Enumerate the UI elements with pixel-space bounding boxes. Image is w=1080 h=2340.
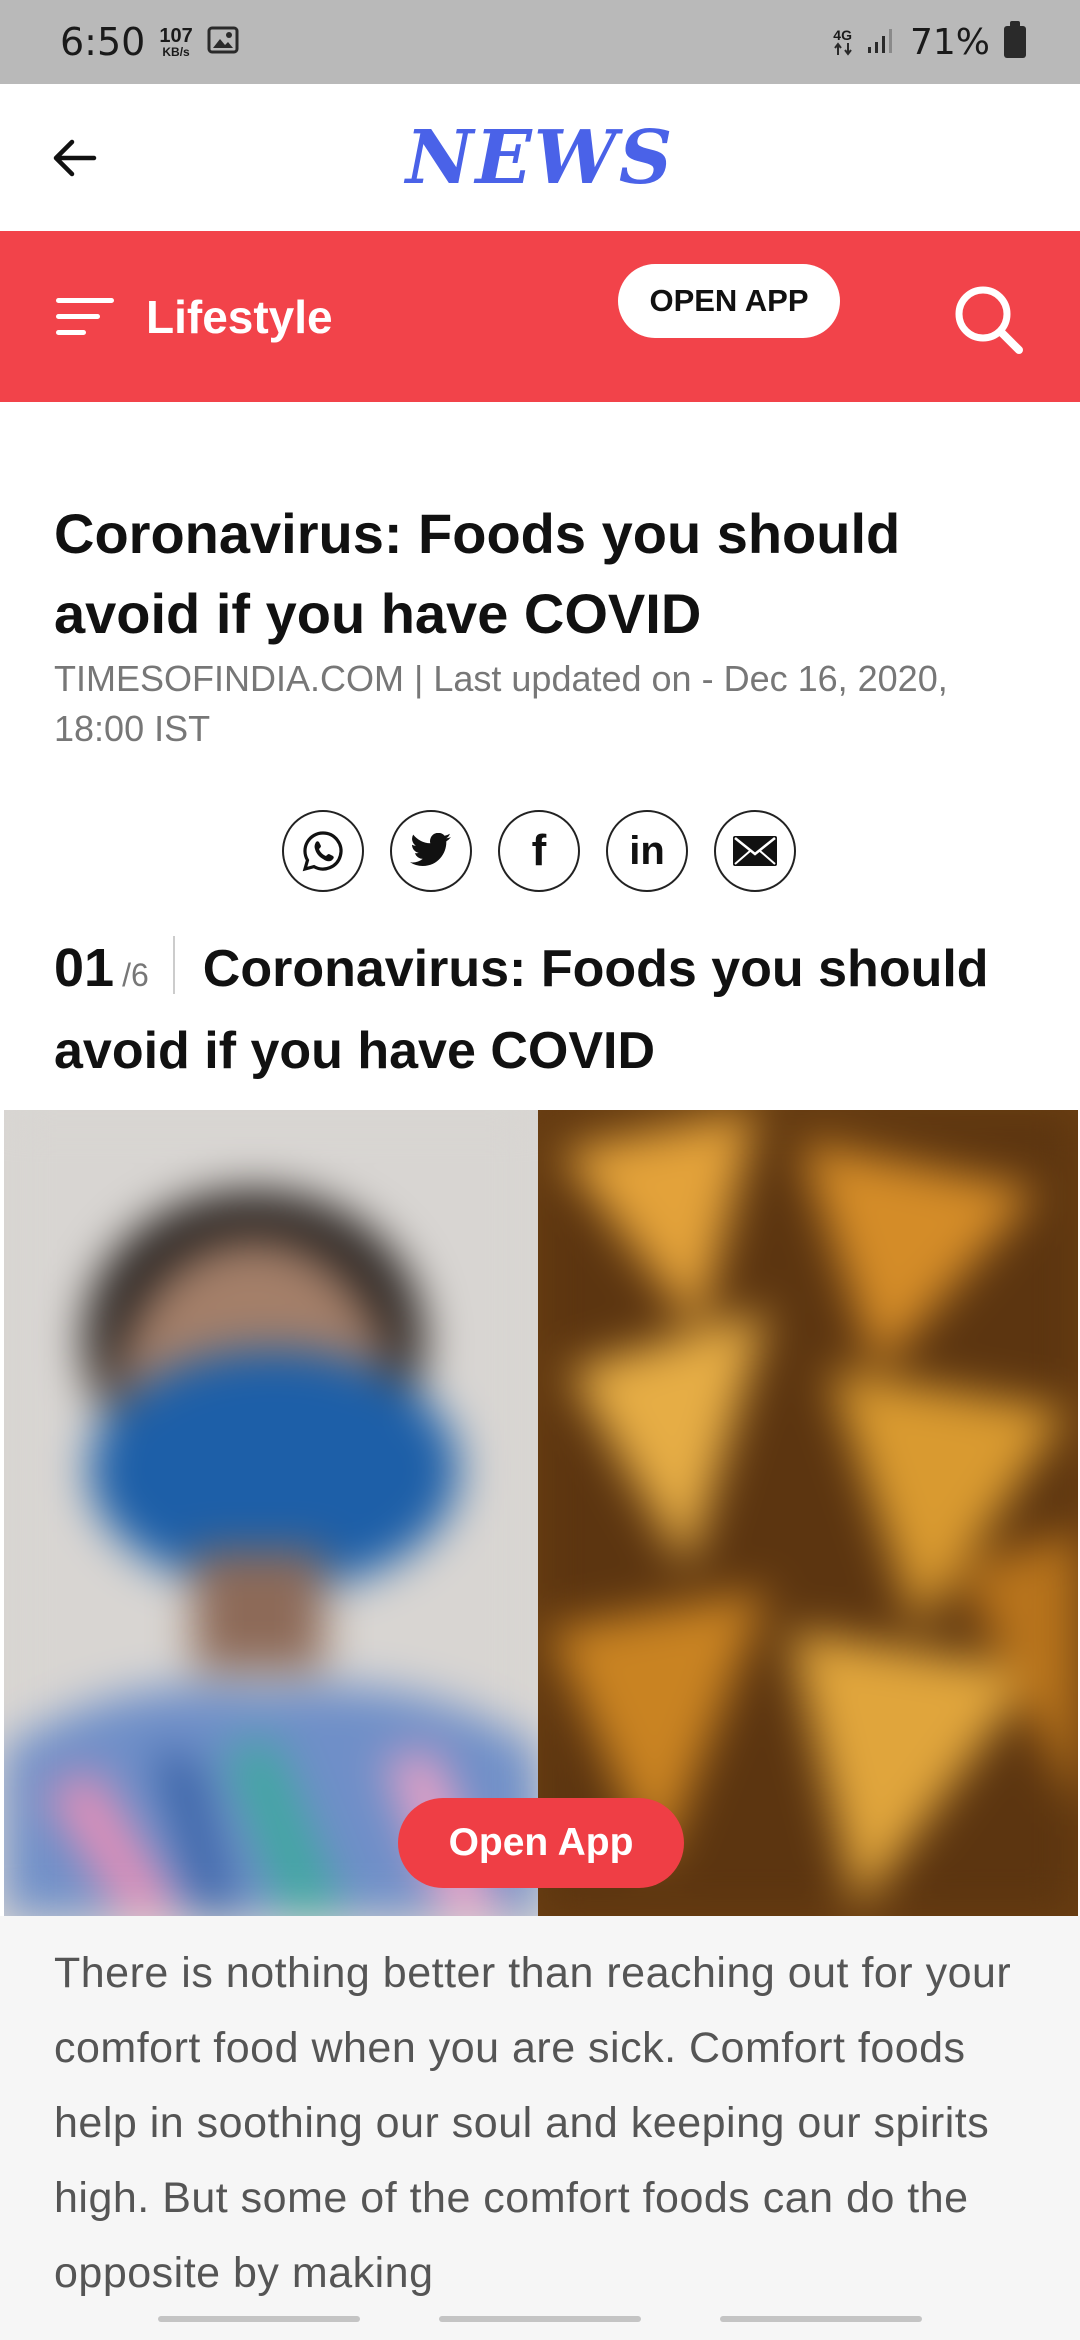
- menu-button[interactable]: [56, 294, 116, 340]
- open-app-header-button[interactable]: OPEN APP: [618, 264, 840, 338]
- share-mail-button[interactable]: [714, 810, 796, 892]
- linkedin-icon: in: [629, 828, 665, 873]
- slide-number: 01: [54, 938, 115, 998]
- samosa-image: [538, 1110, 1078, 1916]
- section-label[interactable]: Lifestyle: [146, 290, 333, 344]
- battery-percent: 71%: [909, 21, 990, 63]
- network-speed-value: 107: [159, 25, 193, 47]
- status-time: 6:50: [60, 20, 146, 64]
- whatsapp-icon: [302, 831, 343, 872]
- battery-icon: [1004, 21, 1026, 58]
- status-left: 6:50 107 KB/s: [60, 20, 239, 64]
- network-speed-unit: KB/s: [162, 45, 190, 59]
- status-right: 4G 71%: [833, 21, 1026, 63]
- signal-strength-icon: [866, 25, 896, 60]
- hamburger-menu-icon: [56, 297, 114, 303]
- gesture-bar-center[interactable]: [439, 2316, 641, 2322]
- news-logo[interactable]: NEWS: [406, 115, 675, 201]
- article-body-text: There is nothing better than reaching ou…: [0, 1916, 1080, 2340]
- article-meta: TIMESOFINDIA.COM | Last updated on - Dec…: [54, 658, 948, 749]
- network-speed: 107 KB/s: [159, 26, 192, 58]
- open-app-floating-button[interactable]: Open App: [398, 1798, 684, 1888]
- gallery-notification-icon: [207, 26, 239, 59]
- arrow-left-icon: [53, 139, 97, 176]
- slide-title-block: 01/6 Coronavirus: Foods you should avoid …: [54, 930, 1044, 1089]
- article-hero-image: [4, 1110, 1078, 1916]
- search-button[interactable]: [950, 281, 1030, 361]
- app-header: NEWS: [0, 84, 1080, 231]
- slide-title: Coronavirus: Foods you should avoid if y…: [54, 940, 989, 1080]
- section-nav-bar: Lifestyle OPEN APP: [0, 231, 1080, 402]
- hero-image-person: [4, 1110, 538, 1916]
- hamburger-menu-icon-line: [56, 329, 86, 335]
- share-twitter-button[interactable]: [390, 810, 472, 892]
- search-icon: [955, 286, 1023, 354]
- status-bar: 6:50 107 KB/s 4G 71%: [0, 0, 1080, 84]
- facebook-icon: f: [531, 826, 547, 875]
- hero-image-food: [538, 1110, 1078, 1916]
- hamburger-menu-icon-line: [56, 313, 100, 319]
- back-button[interactable]: [48, 132, 100, 184]
- slide-total: /6: [122, 957, 149, 993]
- network-type-icon: 4G: [833, 28, 852, 56]
- slide-divider: [172, 936, 175, 994]
- gesture-bar-left[interactable]: [158, 2316, 360, 2322]
- article-headline: Coronavirus: Foods you should avoid if y…: [54, 502, 901, 645]
- share-row: f in: [282, 810, 796, 892]
- gesture-bar-right[interactable]: [720, 2316, 922, 2322]
- share-linkedin-button[interactable]: in: [606, 810, 688, 892]
- share-whatsapp-button[interactable]: [282, 810, 364, 892]
- network-type-label: 4G: [833, 27, 852, 43]
- share-facebook-button[interactable]: f: [498, 810, 580, 892]
- twitter-icon: [410, 833, 451, 867]
- person-in-mask-image: [4, 1110, 538, 1916]
- mail-icon: [733, 836, 777, 866]
